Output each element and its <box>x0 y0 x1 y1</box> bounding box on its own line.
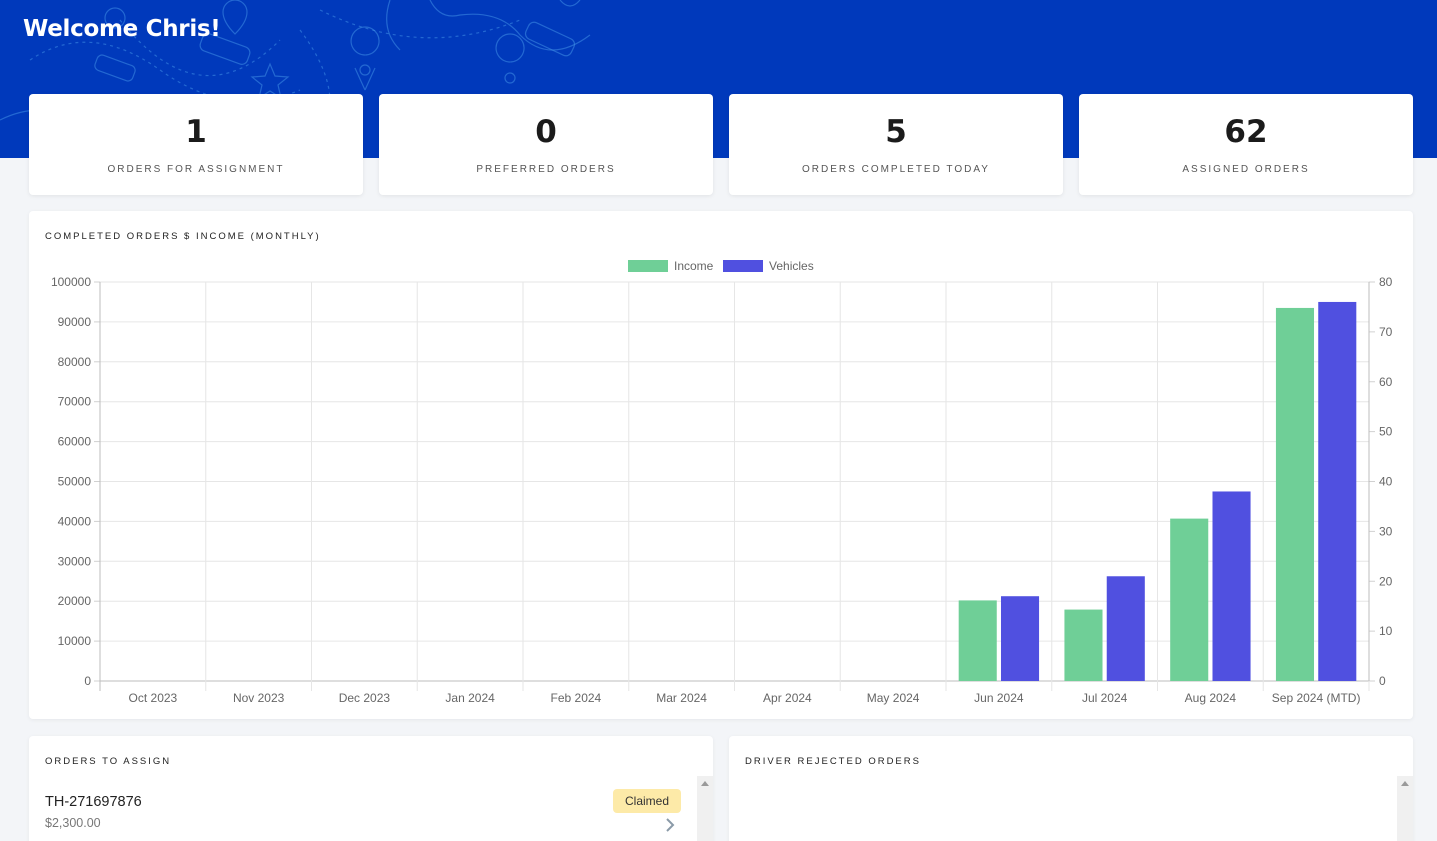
driver-rejected-orders-panel: DRIVER REJECTED ORDERS <box>729 736 1413 841</box>
bar-vehicles <box>1318 301 1357 681</box>
legend-swatch-vehicles <box>723 260 763 272</box>
y-left-tick-label: 60000 <box>58 435 92 449</box>
x-tick-label: Jun 2024 <box>974 691 1024 705</box>
y-right-tick-label: 70 <box>1379 325 1393 339</box>
stat-label: ASSIGNED ORDERS <box>1182 164 1310 175</box>
order-price: $2,300.00 <box>45 816 101 830</box>
y-left-tick-label: 80000 <box>58 355 92 369</box>
x-tick-label: Aug 2024 <box>1185 691 1237 705</box>
income-chart-panel: COMPLETED ORDERS $ INCOME (MONTHLY) 0 100… <box>29 211 1413 719</box>
status-badge: Claimed <box>612 789 681 813</box>
orders-scrollbar[interactable] <box>697 776 713 841</box>
orders-to-assign-panel: ORDERS TO ASSIGN TH-271697876 $2,300.00 … <box>29 736 713 841</box>
y-right-tick-label: 0 <box>1379 674 1386 688</box>
y-right-tick-label: 30 <box>1379 524 1393 538</box>
y-left-tick-label: 40000 <box>58 514 92 528</box>
scroll-up-arrow-icon[interactable] <box>701 781 709 786</box>
y-right-tick-label: 60 <box>1379 375 1393 389</box>
income-vehicles-chart: 0 10000 20000 30000 40000 50000 60000 70000 8000… <box>51 259 1393 705</box>
stat-label: PREFERRED ORDERS <box>476 164 616 175</box>
legend-swatch-income <box>628 260 668 272</box>
y-left-tick-label: 70000 <box>58 395 92 409</box>
bar-income <box>1064 609 1103 681</box>
chevron-right-icon[interactable] <box>663 818 677 832</box>
y-right-tick-label: 50 <box>1379 425 1393 439</box>
x-tick-label: Dec 2023 <box>339 691 391 705</box>
bar-income <box>958 600 997 681</box>
legend-label-vehicles: Vehicles <box>769 259 814 273</box>
y-left-tick-label: 0 <box>84 674 91 688</box>
x-tick-label: Nov 2023 <box>233 691 285 705</box>
stat-label: ORDERS COMPLETED TODAY <box>802 164 990 175</box>
stat-value: 62 <box>1224 114 1268 150</box>
welcome-heading: Welcome Chris! <box>23 16 221 42</box>
x-tick-label: Oct 2023 <box>129 691 178 705</box>
stat-card-orders-completed-today[interactable]: 5 ORDERS COMPLETED TODAY <box>729 94 1063 195</box>
legend-label-income: Income <box>674 259 714 273</box>
stat-value: 5 <box>885 114 907 150</box>
bar-income <box>1170 518 1209 681</box>
bar-vehicles <box>1106 576 1145 681</box>
y-right-tick-label: 20 <box>1379 574 1393 588</box>
y-right-tick-label: 40 <box>1379 475 1393 489</box>
x-tick-label: May 2024 <box>867 691 920 705</box>
stat-card-preferred-orders[interactable]: 0 PREFERRED ORDERS <box>379 94 713 195</box>
y-right-tick-label: 80 <box>1379 275 1393 289</box>
x-tick-label: Apr 2024 <box>763 691 812 705</box>
stat-card-assigned-orders[interactable]: 62 ASSIGNED ORDERS <box>1079 94 1413 195</box>
y-left-tick-label: 90000 <box>58 315 92 329</box>
y-left-tick-label: 30000 <box>58 554 92 568</box>
stat-value: 0 <box>535 114 557 150</box>
y-left-tick-label: 50000 <box>58 475 92 489</box>
scroll-up-arrow-icon[interactable] <box>1401 781 1409 786</box>
y-left-tick-label: 10000 <box>58 634 92 648</box>
order-id: TH-271697876 <box>45 794 142 810</box>
x-tick-label: Feb 2024 <box>551 691 602 705</box>
driver-rejected-title: DRIVER REJECTED ORDERS <box>745 756 921 767</box>
list-item[interactable]: TH-271697876 $2,300.00 Claimed <box>29 784 697 841</box>
bar-vehicles <box>1000 596 1040 681</box>
stat-value: 1 <box>185 114 207 150</box>
stat-card-orders-for-assignment[interactable]: 1 ORDERS FOR ASSIGNMENT <box>29 94 363 195</box>
x-tick-label: Mar 2024 <box>656 691 707 705</box>
x-tick-label: Jul 2024 <box>1082 691 1128 705</box>
bar-vehicles <box>1212 491 1251 681</box>
y-right-tick-label: 10 <box>1379 624 1393 638</box>
x-tick-label: Sep 2024 (MTD) <box>1272 691 1361 705</box>
y-left-tick-label: 100000 <box>51 275 91 289</box>
x-tick-label: Jan 2024 <box>445 691 495 705</box>
orders-to-assign-title: ORDERS TO ASSIGN <box>45 756 172 767</box>
bar-income <box>1275 307 1315 681</box>
y-left-tick-label: 20000 <box>58 594 92 608</box>
stat-label: ORDERS FOR ASSIGNMENT <box>107 164 285 175</box>
rejected-scrollbar[interactable] <box>1397 776 1413 841</box>
